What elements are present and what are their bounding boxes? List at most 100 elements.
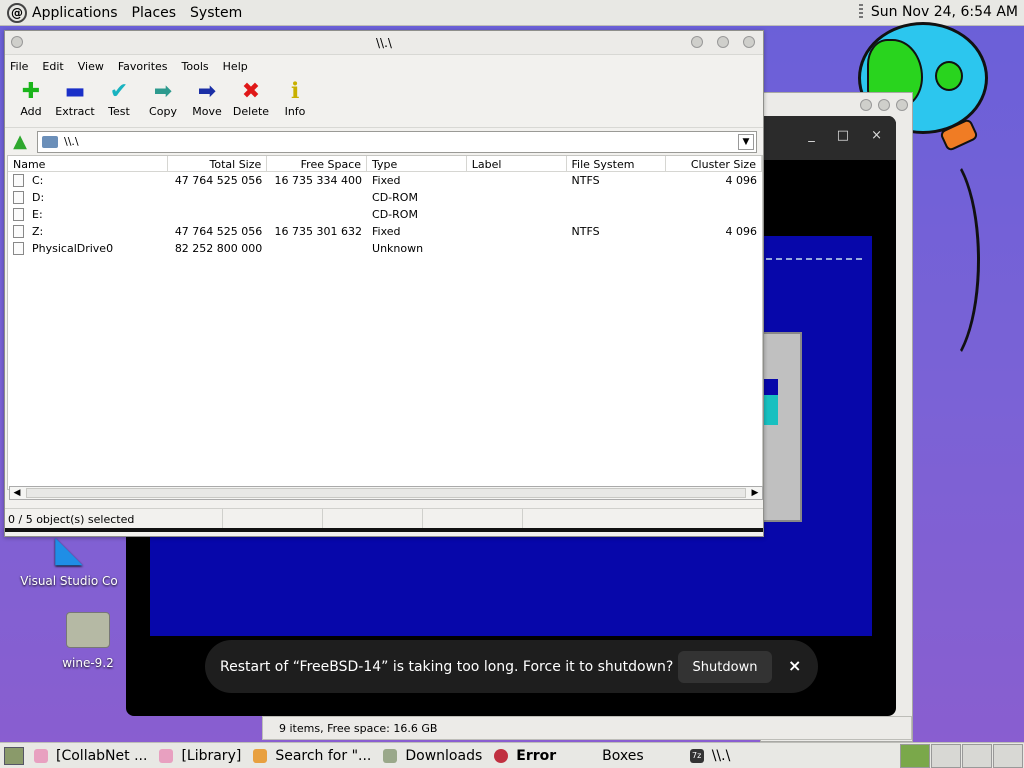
status-cell: [223, 509, 323, 530]
column-total-size[interactable]: Total Size: [168, 156, 268, 171]
menu-tools[interactable]: Tools: [182, 60, 209, 73]
menu-view[interactable]: View: [78, 60, 104, 73]
desktop-icon-wine[interactable]: wine-9.2: [40, 612, 136, 670]
task-boxes[interactable]: Boxes: [562, 743, 650, 768]
folder-icon: [66, 612, 110, 648]
7zip-titlebar[interactable]: \\.\: [5, 31, 763, 55]
table-row[interactable]: PhysicalDrive0 82 252 800 000 Unknown: [8, 240, 762, 257]
workspace-1[interactable]: [900, 744, 930, 768]
workspace-2[interactable]: [931, 744, 961, 768]
add-button[interactable]: ✚ Add: [9, 79, 53, 119]
cluster-size: 4 096: [725, 174, 757, 187]
shutdown-button[interactable]: Shutdown: [678, 651, 772, 683]
info-button[interactable]: ℹ Info: [273, 79, 317, 119]
toast-message: Restart of “FreeBSD-14” is taking too lo…: [220, 658, 674, 675]
scrollbar-thumb[interactable]: [26, 488, 746, 498]
task-downloads[interactable]: Downloads: [377, 743, 488, 768]
task-label: [Library]: [181, 747, 242, 764]
task-label: \\.\: [711, 747, 731, 764]
address-input[interactable]: \\.\ ▼: [37, 130, 757, 153]
search-icon: [253, 748, 268, 763]
7zip-window[interactable]: \\.\ File Edit View Favorites Tools Help…: [4, 30, 764, 537]
menu-applications[interactable]: Applications: [32, 5, 118, 21]
test-button[interactable]: ✔ Test: [97, 79, 141, 119]
workspace-4[interactable]: [993, 744, 1023, 768]
window-menu-icon[interactable]: [11, 36, 23, 48]
up-arrow-icon[interactable]: ▲: [9, 131, 31, 153]
total-size: 82 252 800 000: [174, 242, 263, 255]
drive-list[interactable]: Name Total Size Free Space Type Label Fi…: [7, 155, 763, 490]
delete-label: Delete: [232, 105, 270, 118]
toast-close-icon[interactable]: ×: [788, 656, 801, 675]
copy-label: Copy: [149, 105, 177, 118]
extract-button[interactable]: ▬ Extract: [53, 79, 97, 119]
desktop-icon-vscode[interactable]: ◣ Visual Studio Co: [14, 530, 124, 589]
delete-button[interactable]: ✖ Delete: [229, 79, 273, 119]
clock-area: Sun Nov 24, 6:54 AM: [858, 4, 1018, 20]
toolbar: ✚ Add ▬ Extract ✔ Test ➡ Copy ➡ Move ✖ D…: [5, 77, 763, 127]
total-size: 47 764 525 056: [174, 225, 263, 238]
column-type[interactable]: Type: [367, 156, 467, 171]
column-free-space[interactable]: Free Space: [267, 156, 368, 171]
move-button[interactable]: ➡ Move: [185, 79, 229, 119]
drive-icon: [13, 225, 24, 238]
drive-type: CD-ROM: [372, 191, 418, 204]
selection-status: 0 / 5 object(s) selected: [5, 509, 223, 530]
drive-name: D:: [32, 191, 45, 204]
minimize-icon[interactable]: [691, 36, 703, 48]
close-icon[interactable]: [743, 36, 755, 48]
boxes-close-icon[interactable]: ×: [871, 128, 882, 143]
task-label: Downloads: [405, 747, 483, 764]
file-manager-status: 9 items, Free space: 16.6 GB: [279, 721, 438, 735]
copy-icon: ➡: [153, 79, 173, 104]
close-icon[interactable]: [896, 99, 908, 111]
workspace-switcher[interactable]: [900, 743, 1024, 768]
boxes-minimize-icon[interactable]: _: [808, 128, 815, 143]
menu-file[interactable]: File: [10, 60, 28, 73]
debian-swirl-icon[interactable]: @: [7, 2, 27, 23]
scroll-left-icon[interactable]: ◀: [10, 487, 24, 499]
table-row[interactable]: Z: 47 764 525 056 16 735 301 632 Fixed N…: [8, 223, 762, 240]
task-library[interactable]: [Library]: [153, 743, 247, 768]
task-label: [CollabNet ...: [56, 747, 148, 764]
horizontal-scrollbar[interactable]: ◀ ▶: [9, 486, 763, 500]
menu-places[interactable]: Places: [132, 5, 177, 21]
menu-edit[interactable]: Edit: [42, 60, 63, 73]
show-desktop-icon[interactable]: [0, 743, 28, 768]
minimize-icon[interactable]: [860, 99, 872, 111]
drive-type: CD-ROM: [372, 208, 418, 221]
column-label[interactable]: Label: [467, 156, 567, 171]
boxes-maximize-icon[interactable]: □: [837, 128, 849, 143]
menu-favorites[interactable]: Favorites: [118, 60, 168, 73]
table-row[interactable]: D: CD-ROM: [8, 189, 762, 206]
task-collabnet[interactable]: [CollabNet ...: [28, 743, 153, 768]
move-label: Move: [192, 105, 222, 118]
scroll-right-icon[interactable]: ▶: [748, 487, 762, 499]
chevron-down-icon[interactable]: ▼: [738, 133, 754, 150]
drive-type: Fixed: [372, 174, 401, 187]
task-label: Error: [516, 747, 557, 764]
task-error[interactable]: Error: [488, 743, 562, 768]
column-file-system[interactable]: File System: [567, 156, 667, 171]
workspace-3[interactable]: [962, 744, 992, 768]
browser-icon: [159, 748, 174, 763]
delete-icon: ✖: [241, 79, 261, 104]
top-panel: @ Applications Places System Sun Nov 24,…: [0, 0, 1024, 26]
desktop-icon-label: Visual Studio Co: [20, 574, 118, 588]
column-cluster-size[interactable]: Cluster Size: [666, 156, 762, 171]
clock[interactable]: Sun Nov 24, 6:54 AM: [871, 4, 1018, 20]
table-row[interactable]: C: 47 764 525 056 16 735 334 400 Fixed N…: [8, 172, 762, 189]
task-7zip[interactable]: 7z \\.\: [650, 743, 737, 768]
task-label: Search for "...: [275, 747, 372, 764]
drive-name: PhysicalDrive0: [32, 242, 114, 255]
menu-system[interactable]: System: [190, 5, 242, 21]
copy-button[interactable]: ➡ Copy: [141, 79, 185, 119]
task-search[interactable]: Search for "...: [247, 743, 377, 768]
free-space: 16 735 301 632: [274, 225, 363, 238]
maximize-icon[interactable]: [878, 99, 890, 111]
panel-handle-icon[interactable]: [858, 4, 863, 20]
maximize-icon[interactable]: [717, 36, 729, 48]
column-name[interactable]: Name: [8, 156, 168, 171]
menu-help[interactable]: Help: [223, 60, 248, 73]
table-row[interactable]: E: CD-ROM: [8, 206, 762, 223]
